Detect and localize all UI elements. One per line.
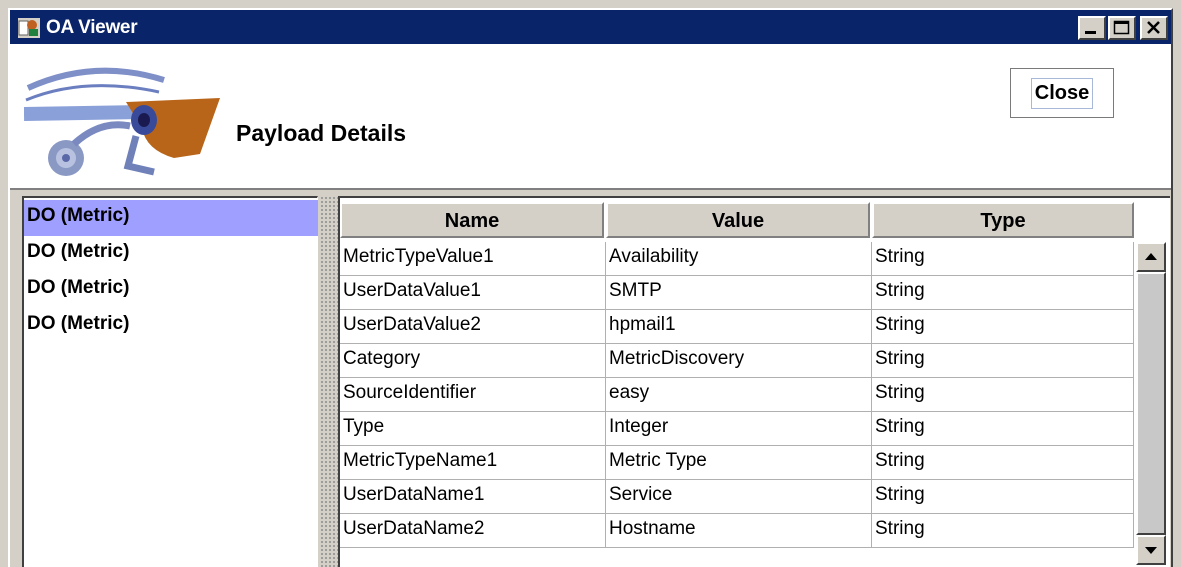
list-item[interactable]: DO (Metric) bbox=[24, 200, 318, 236]
cell-type[interactable]: String bbox=[872, 514, 1134, 548]
cell-name[interactable]: UserDataName2 bbox=[340, 514, 606, 548]
cell-value[interactable]: Integer bbox=[606, 412, 872, 446]
table-row[interactable]: UserDataName1 Service String bbox=[340, 480, 1134, 514]
table-row[interactable]: Category MetricDiscovery String bbox=[340, 344, 1134, 378]
cell-type[interactable]: String bbox=[872, 378, 1134, 412]
cell-type[interactable]: String bbox=[872, 480, 1134, 514]
cell-name[interactable]: MetricTypeValue1 bbox=[340, 242, 606, 276]
cell-value[interactable]: Service bbox=[606, 480, 872, 514]
list-item[interactable]: DO (Metric) bbox=[24, 308, 318, 344]
cell-name[interactable]: SourceIdentifier bbox=[340, 378, 606, 412]
close-icon bbox=[1147, 21, 1160, 34]
cell-type[interactable]: String bbox=[872, 242, 1134, 276]
cell-name[interactable]: UserDataName1 bbox=[340, 480, 606, 514]
cell-value[interactable]: Availability bbox=[606, 242, 872, 276]
column-header-type[interactable]: Type bbox=[872, 202, 1134, 238]
cell-type[interactable]: String bbox=[872, 276, 1134, 310]
close-button[interactable]: Close bbox=[1010, 68, 1114, 118]
page-title: Payload Details bbox=[236, 120, 407, 146]
table-row[interactable]: UserDataValue1 SMTP String bbox=[340, 276, 1134, 310]
cell-value[interactable]: MetricDiscovery bbox=[606, 344, 872, 378]
cell-name[interactable]: UserDataValue1 bbox=[340, 276, 606, 310]
oa-viewer-app-icon bbox=[18, 18, 40, 38]
cell-value[interactable]: easy bbox=[606, 378, 872, 412]
eye-of-horus-logo bbox=[24, 67, 220, 176]
table-row[interactable]: SourceIdentifier easy String bbox=[340, 378, 1134, 412]
cell-name[interactable]: Type bbox=[340, 412, 606, 446]
scroll-up-button[interactable] bbox=[1136, 242, 1166, 272]
arrow-up-icon bbox=[1145, 253, 1157, 260]
cell-type[interactable]: String bbox=[872, 412, 1134, 446]
cell-name[interactable]: MetricTypeName1 bbox=[340, 446, 606, 480]
window-close-button[interactable] bbox=[1140, 16, 1168, 40]
cell-value[interactable]: Metric Type bbox=[606, 446, 872, 480]
table-row[interactable]: Type Integer String bbox=[340, 412, 1134, 446]
cell-name[interactable]: UserDataValue2 bbox=[340, 310, 606, 344]
cell-type[interactable]: String bbox=[872, 310, 1134, 344]
payload-table: Name Value Type MetricTypeValue1 Availab… bbox=[338, 196, 1170, 567]
oa-viewer-window: OA Viewer Payload Details Close DO (Metr… bbox=[8, 8, 1173, 567]
arrow-down-icon bbox=[1145, 547, 1157, 554]
minimize-icon bbox=[1085, 31, 1096, 34]
table-row[interactable]: MetricTypeValue1 Availability String bbox=[340, 242, 1134, 276]
window-title: OA Viewer bbox=[46, 17, 138, 38]
scroll-down-button[interactable] bbox=[1136, 535, 1166, 565]
metric-list[interactable]: DO (Metric) DO (Metric) DO (Metric) DO (… bbox=[22, 196, 318, 567]
column-header-name[interactable]: Name bbox=[340, 202, 604, 238]
header-panel: Payload Details Close bbox=[10, 44, 1171, 190]
cell-value[interactable]: SMTP bbox=[606, 276, 872, 310]
maximize-button[interactable] bbox=[1108, 16, 1136, 40]
cell-type[interactable]: String bbox=[872, 446, 1134, 480]
vertical-scrollbar[interactable] bbox=[1136, 242, 1166, 565]
scrollbar-thumb[interactable] bbox=[1136, 272, 1166, 535]
table-row[interactable]: MetricTypeName1 Metric Type String bbox=[340, 446, 1134, 480]
cell-value[interactable]: Hostname bbox=[606, 514, 872, 548]
split-pane-divider[interactable] bbox=[320, 196, 338, 567]
cell-value[interactable]: hpmail1 bbox=[606, 310, 872, 344]
table-row[interactable]: UserDataName2 Hostname String bbox=[340, 514, 1134, 548]
table-row[interactable]: UserDataValue2 hpmail1 String bbox=[340, 310, 1134, 344]
minimize-button[interactable] bbox=[1078, 16, 1106, 40]
close-button-label: Close bbox=[1030, 77, 1094, 109]
list-item[interactable]: DO (Metric) bbox=[24, 236, 318, 272]
maximize-icon bbox=[1113, 20, 1130, 35]
title-bar[interactable]: OA Viewer bbox=[10, 10, 1171, 44]
column-header-value[interactable]: Value bbox=[606, 202, 870, 238]
cell-name[interactable]: Category bbox=[340, 344, 606, 378]
list-item[interactable]: DO (Metric) bbox=[24, 272, 318, 308]
cell-type[interactable]: String bbox=[872, 344, 1134, 378]
